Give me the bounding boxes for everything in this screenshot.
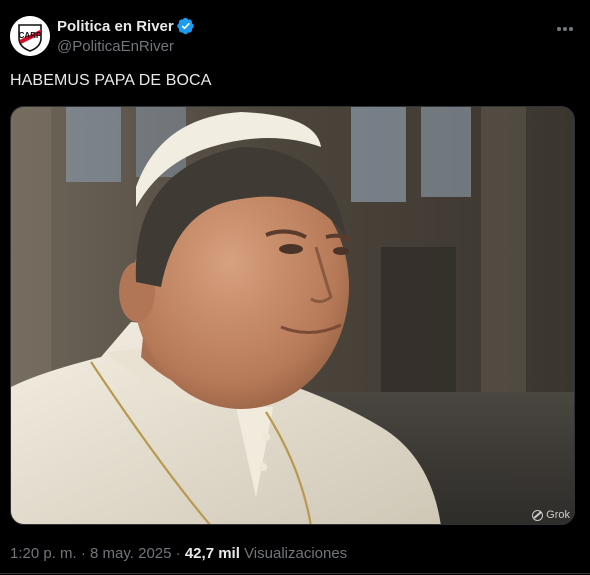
dot-icon (557, 27, 561, 31)
tweet-image[interactable]: Grok (10, 106, 575, 525)
tweet-date[interactable]: 8 may. 2025 (90, 545, 171, 562)
meta-separator: · (80, 545, 86, 562)
dot-icon (563, 27, 567, 31)
tweet-header: CARP Politica en River @PoliticaEnRiver (8, 14, 582, 58)
views-count[interactable]: 42,7 mil (185, 545, 240, 562)
display-name[interactable]: Politica en River (57, 18, 174, 35)
grok-watermark-label: Grok (546, 509, 570, 521)
tweet-time[interactable]: 1:20 p. m. (10, 545, 77, 562)
more-options-button[interactable] (554, 18, 576, 40)
author-block: Politica en River @PoliticaEnRiver (57, 16, 195, 55)
image-photo (11, 107, 574, 524)
author-handle[interactable]: @PoliticaEnRiver (57, 38, 195, 55)
tweet-meta: 1:20 p. m. · 8 may. 2025 · 42,7 mil Visu… (10, 545, 347, 562)
divider (0, 573, 590, 574)
views-label: Visualizaciones (244, 545, 348, 562)
name-row: Politica en River (57, 16, 195, 36)
avatar[interactable]: CARP (10, 16, 50, 56)
grok-watermark: Grok (532, 509, 570, 521)
dot-icon (569, 27, 573, 31)
meta-separator: · (175, 545, 181, 562)
verified-badge-icon[interactable] (176, 17, 195, 35)
avatar-letters: CARP (19, 31, 42, 40)
river-plate-crest-icon: CARP (10, 16, 50, 56)
tweet-text: HABEMUS PAPA DE BOCA (10, 72, 212, 89)
grok-icon (532, 509, 544, 521)
